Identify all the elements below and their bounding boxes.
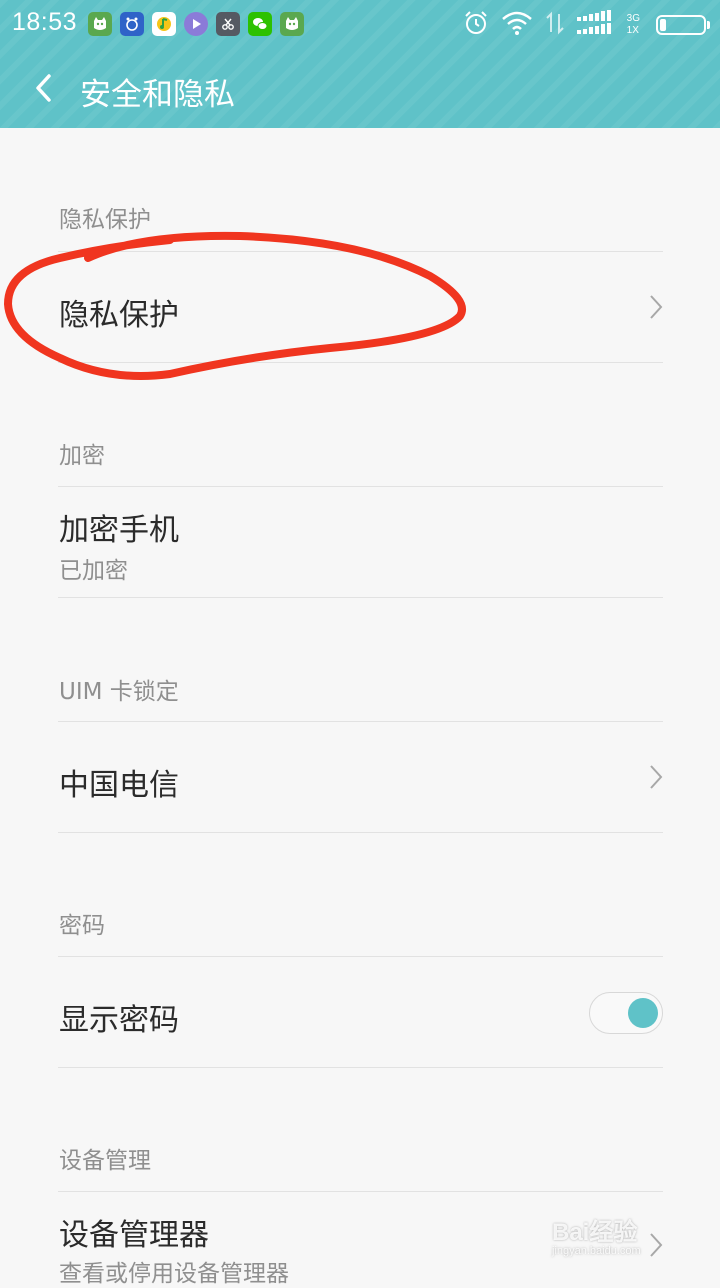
setting-item-subtitle: 已加密 xyxy=(59,558,128,584)
status-time: 18:53 xyxy=(12,8,78,36)
app-header: 18:53 3G 1X 安全和隐私 xyxy=(0,0,720,128)
toggle-knob xyxy=(628,998,658,1028)
system-icons: 3G 1X xyxy=(463,10,710,40)
status-bar: 18:53 3G 1X xyxy=(0,0,720,48)
section-header-password: 密码 xyxy=(59,913,105,939)
setting-item-title: 设备管理器 xyxy=(59,1218,209,1253)
scissors-app-icon xyxy=(216,12,240,36)
signal-icon xyxy=(576,10,615,40)
setting-item-title: 显示密码 xyxy=(59,1003,179,1038)
baidu-icon xyxy=(120,12,144,36)
watermark-logo-text: Bai经验 xyxy=(552,1219,638,1246)
divider xyxy=(58,832,663,833)
watermark: Bai经验 jingyan.baidu.com xyxy=(552,1212,702,1272)
show-password-toggle[interactable] xyxy=(589,992,663,1034)
back-button[interactable] xyxy=(26,68,66,108)
setting-item-title: 隐私保护 xyxy=(59,298,179,333)
setting-item-china-telecom[interactable]: 中国电信 xyxy=(0,722,720,832)
music-icon xyxy=(152,12,176,36)
setting-item-title: 中国电信 xyxy=(59,768,179,803)
alarm-icon xyxy=(463,10,489,40)
section-header-device-admin: 设备管理 xyxy=(59,1148,151,1174)
wifi-icon xyxy=(501,10,533,40)
section-header-privacy: 隐私保护 xyxy=(59,207,151,233)
app-bar: 安全和隐私 xyxy=(0,52,720,128)
cat-app-icon xyxy=(88,12,112,36)
notification-icons xyxy=(88,12,304,36)
wechat-icon xyxy=(248,12,272,36)
setting-item-privacy-protection[interactable]: 隐私保护 xyxy=(0,252,720,362)
video-icon xyxy=(184,12,208,36)
network-type: 3G 1X xyxy=(627,13,640,37)
setting-item-encrypt-phone[interactable]: 加密手机 已加密 xyxy=(0,487,720,597)
divider xyxy=(58,597,663,598)
section-header-uim-lock: UIM 卡锁定 xyxy=(59,679,179,705)
watermark-url: jingyan.baidu.com xyxy=(552,1245,641,1257)
battery-icon xyxy=(656,15,710,35)
cat-app-icon xyxy=(280,12,304,36)
network-bottom-label: 1X xyxy=(626,25,639,36)
divider xyxy=(58,362,663,363)
section-header-encryption: 加密 xyxy=(59,443,105,469)
setting-item-title: 加密手机 xyxy=(59,513,179,548)
network-top-label: 3G xyxy=(626,13,640,24)
chevron-right-icon xyxy=(650,765,663,789)
chevron-left-icon xyxy=(36,74,51,102)
divider xyxy=(58,1067,663,1068)
setting-item-subtitle: 查看或停用设备管理器 xyxy=(59,1261,289,1287)
page-title: 安全和隐私 xyxy=(80,77,235,113)
data-arrows-icon xyxy=(545,10,565,40)
chevron-right-icon xyxy=(650,295,663,319)
